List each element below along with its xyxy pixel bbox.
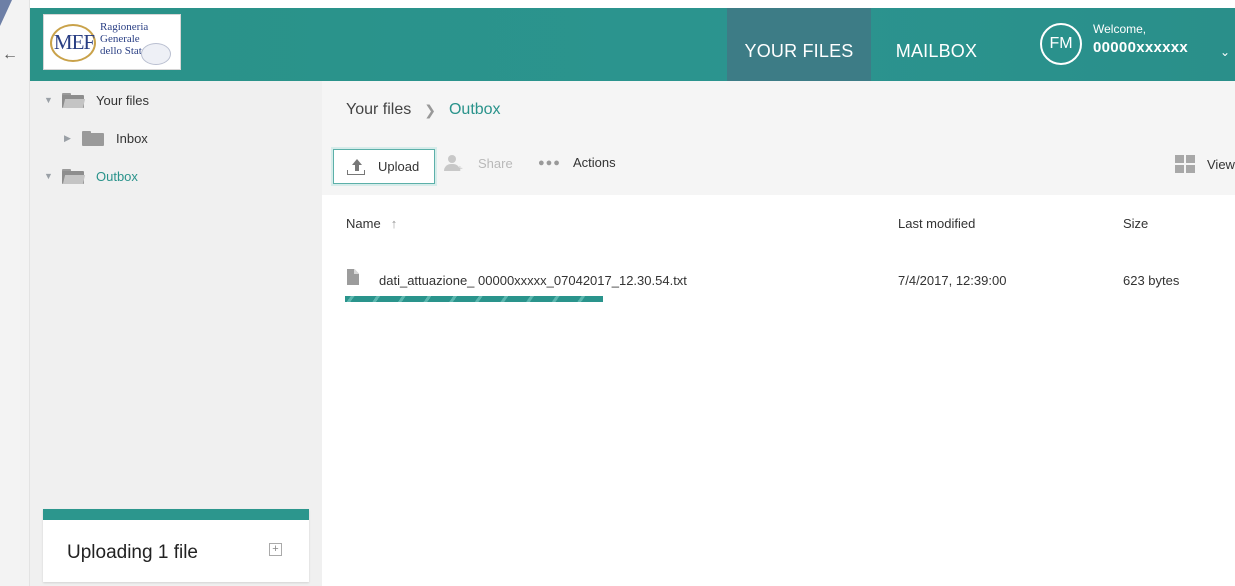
share-label: Share xyxy=(478,155,513,171)
view-toggle-button[interactable]: View xyxy=(1175,155,1235,173)
document-icon xyxy=(347,269,359,285)
upload-button[interactable]: Upload xyxy=(333,149,435,184)
mef-logo[interactable]: MEF Ragioneria Generale dello Stato xyxy=(43,14,181,70)
expand-triangle-icon[interactable]: ▼ xyxy=(44,95,54,105)
grid-view-icon xyxy=(1175,155,1196,173)
upload-status-panel: Uploading 1 file + xyxy=(43,509,309,582)
actions-button[interactable]: ●●● Actions xyxy=(538,155,616,170)
upload-label: Upload xyxy=(378,159,420,174)
column-header-name-label: Name xyxy=(346,216,381,231)
breadcrumb-root[interactable]: Your files xyxy=(346,101,411,119)
tree-item-inbox[interactable]: ▶ Inbox xyxy=(64,127,148,149)
upload-progress-fill xyxy=(345,296,603,302)
file-modified: 7/4/2017, 12:39:00 xyxy=(898,273,1007,288)
view-label: View xyxy=(1207,156,1235,172)
column-header-size[interactable]: Size xyxy=(1123,216,1148,231)
file-name[interactable]: dati_attuazione_ 00000xxxxx_07042017_12.… xyxy=(379,273,687,288)
expand-triangle-icon[interactable]: ▼ xyxy=(44,171,54,181)
expand-icon[interactable]: + xyxy=(269,543,282,556)
breadcrumb: Your files ❯ Outbox xyxy=(346,101,501,119)
tree-item-label: Your files xyxy=(96,92,149,108)
tree-item-label: Outbox xyxy=(96,168,138,184)
tree-item-label: Inbox xyxy=(116,130,148,146)
toolbar-area: Your files ❯ Outbox Upload + Share ●●● A… xyxy=(322,81,1235,195)
sidebar: ▼ Your files ▶ Inbox ▼ Outbox Uploading … xyxy=(30,81,322,586)
tree-item-your-files[interactable]: ▼ Your files xyxy=(44,89,149,111)
chevron-down-icon[interactable]: ⌄ xyxy=(1220,45,1230,59)
breadcrumb-current[interactable]: Outbox xyxy=(449,101,501,119)
logo-line-1: Ragioneria xyxy=(100,21,149,33)
upload-status-title: Uploading 1 file xyxy=(67,542,198,563)
logo-mark: MEF xyxy=(53,30,95,54)
breadcrumb-separator-icon: ❯ xyxy=(424,101,436,118)
tree-item-outbox[interactable]: ▼ Outbox xyxy=(44,165,138,187)
file-size: 623 bytes xyxy=(1123,273,1180,288)
share-icon: + xyxy=(444,155,464,175)
browser-edge: ← xyxy=(0,0,30,586)
upload-progress-bar xyxy=(345,296,603,302)
table-row[interactable]: dati_attuazione_ 00000xxxxx_07042017_12.… xyxy=(322,261,1235,302)
browser-tab-corner xyxy=(0,0,12,26)
app-header: MEF Ragioneria Generale dello Stato YOUR… xyxy=(30,8,1235,81)
welcome-text: Welcome, xyxy=(1093,22,1147,36)
tab-mailbox[interactable]: MAILBOX xyxy=(871,8,1002,81)
folder-open-icon xyxy=(62,168,86,184)
logo-seal xyxy=(141,43,171,65)
folder-icon xyxy=(82,130,104,146)
column-header-name[interactable]: Name ↑ xyxy=(346,216,397,231)
logo-line-2: Generale xyxy=(100,33,140,45)
tab-your-files[interactable]: YOUR FILES xyxy=(727,8,871,81)
folder-open-icon xyxy=(62,92,86,108)
sort-up-icon[interactable]: ↑ xyxy=(391,216,398,231)
user-name[interactable]: 00000xxxxxx xyxy=(1093,39,1188,56)
back-arrow-icon[interactable]: ← xyxy=(2,46,18,64)
collapse-triangle-icon[interactable]: ▶ xyxy=(64,133,74,144)
share-button[interactable]: + Share xyxy=(444,155,513,175)
more-dots-icon: ●●● xyxy=(538,156,561,169)
upload-icon xyxy=(347,158,365,175)
main-content: Your files ❯ Outbox Upload + Share ●●● A… xyxy=(322,81,1235,586)
column-header-modified[interactable]: Last modified xyxy=(898,216,975,231)
actions-label: Actions xyxy=(572,155,616,170)
user-avatar[interactable]: FM xyxy=(1040,23,1082,65)
